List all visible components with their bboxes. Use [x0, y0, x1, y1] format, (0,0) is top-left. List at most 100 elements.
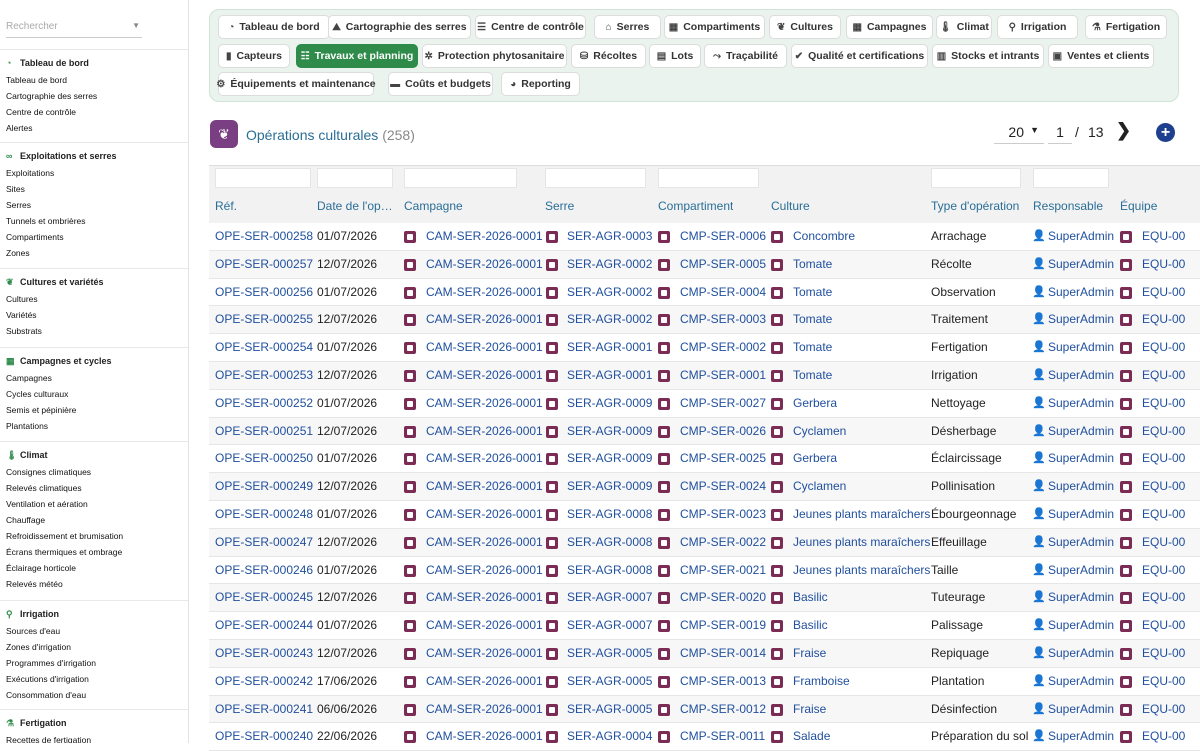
table-row[interactable]: OPE-SER-000255 12/07/2026 CAM-SER-2026-000…: [209, 306, 1200, 335]
cell-culture[interactable]: Jeunes plants maraîchers: [793, 535, 930, 549]
current-page-input[interactable]: 1: [1048, 122, 1072, 144]
cell-equipe[interactable]: EQU-00: [1142, 729, 1185, 743]
cell-serre[interactable]: SER-AGR-0002: [567, 285, 652, 299]
relation-link-icon[interactable]: [1120, 397, 1132, 410]
relation-link-icon[interactable]: [771, 370, 783, 382]
cell-culture[interactable]: Fraise: [793, 702, 826, 716]
column-header[interactable]: Équipe: [1120, 199, 1157, 213]
relation-link-icon[interactable]: [546, 731, 558, 744]
relation-link-icon[interactable]: [546, 258, 558, 271]
table-row[interactable]: OPE-SER-000252 01/07/2026 CAM-SER-2026-000…: [209, 390, 1200, 418]
relation-link-icon[interactable]: [404, 509, 416, 521]
cell-responsable[interactable]: SuperAdmin: [1048, 479, 1114, 493]
nav-button-récoltes[interactable]: ⛁ Récoltes: [571, 44, 646, 68]
table-row[interactable]: OPE-SER-000258 01/07/2026 CAM-SER-2026-000…: [209, 223, 1200, 251]
page-size-select[interactable]: 20 ▼: [994, 122, 1044, 144]
nav-button-cartographie-des-serres[interactable]: ⛰ Cartographie des serres: [328, 15, 471, 39]
cell-compartiment[interactable]: CMP-SER-0006: [680, 229, 766, 243]
column-filter-input[interactable]: [215, 168, 311, 188]
relation-link-icon[interactable]: [658, 286, 670, 299]
cell-campagne[interactable]: CAM-SER-2026-0001: [426, 312, 543, 326]
column-filter-input[interactable]: [658, 168, 759, 188]
relation-link-icon[interactable]: [771, 536, 783, 549]
relation-link-icon[interactable]: [771, 425, 783, 438]
sidebar-item[interactable]: Zones d'irrigation: [6, 642, 71, 652]
relation-link-icon[interactable]: [658, 258, 670, 271]
sidebar-item[interactable]: Plantations: [6, 421, 48, 431]
sidebar-item[interactable]: Relevés météo: [6, 579, 63, 589]
cell-serre[interactable]: SER-AGR-0009: [567, 396, 652, 410]
cell-equipe[interactable]: EQU-00: [1142, 368, 1185, 382]
table-row[interactable]: OPE-SER-000254 01/07/2026 CAM-SER-2026-000…: [209, 334, 1200, 362]
cell-culture[interactable]: Basilic: [793, 618, 828, 632]
cell-equipe[interactable]: EQU-00: [1142, 257, 1185, 271]
nav-button-ventes-et-clients[interactable]: ▣ Ventes et clients: [1048, 44, 1154, 68]
cell-campagne[interactable]: CAM-SER-2026-0001: [426, 535, 543, 549]
cell-serre[interactable]: SER-AGR-0007: [567, 590, 652, 604]
cell-ref[interactable]: OPE-SER-000256: [215, 285, 313, 299]
cell-responsable[interactable]: SuperAdmin: [1048, 424, 1114, 438]
table-row[interactable]: OPE-SER-000243 12/07/2026 CAM-SER-2026-000…: [209, 640, 1200, 668]
cell-campagne[interactable]: CAM-SER-2026-0001: [426, 396, 543, 410]
table-row[interactable]: OPE-SER-000246 01/07/2026 CAM-SER-2026-000…: [209, 557, 1200, 585]
cell-compartiment[interactable]: CMP-SER-0011: [680, 729, 765, 743]
relation-link-icon[interactable]: [771, 703, 783, 716]
relation-link-icon[interactable]: [658, 564, 670, 577]
relation-link-icon[interactable]: [404, 453, 416, 466]
relation-link-icon[interactable]: [771, 592, 783, 605]
relation-link-icon[interactable]: [658, 370, 670, 382]
relation-link-icon[interactable]: [404, 258, 416, 271]
cell-compartiment[interactable]: CMP-SER-0022: [680, 535, 766, 549]
nav-button-équipements-et-maintenance[interactable]: ⚙ Équipements et maintenance: [216, 72, 376, 96]
relation-link-icon[interactable]: [546, 509, 558, 521]
sidebar-item[interactable]: Exécutions d'irrigation: [6, 674, 89, 684]
cell-campagne[interactable]: CAM-SER-2026-0001: [426, 590, 543, 604]
cell-ref[interactable]: OPE-SER-000249: [215, 479, 313, 493]
relation-link-icon[interactable]: [1120, 425, 1132, 438]
relation-link-icon[interactable]: [1120, 314, 1132, 327]
cell-equipe[interactable]: EQU-00: [1142, 618, 1185, 632]
nav-button-serres[interactable]: ⌂ Serres: [594, 15, 661, 39]
cell-responsable[interactable]: SuperAdmin: [1048, 257, 1114, 271]
cell-ref[interactable]: OPE-SER-000252: [215, 396, 313, 410]
nav-button-travaux-et-planning[interactable]: ☷ Travaux et planning: [296, 44, 418, 68]
sidebar-item[interactable]: Semis et pépinière: [6, 405, 76, 415]
cell-compartiment[interactable]: CMP-SER-0027: [680, 396, 766, 410]
cell-equipe[interactable]: EQU-00: [1142, 396, 1185, 410]
cell-responsable[interactable]: SuperAdmin: [1048, 646, 1114, 660]
relation-link-icon[interactable]: [658, 731, 670, 744]
cell-culture[interactable]: Salade: [793, 729, 830, 743]
chevron-down-icon[interactable]: ▼: [132, 21, 140, 30]
cell-campagne[interactable]: CAM-SER-2026-0001: [426, 368, 543, 382]
cell-campagne[interactable]: CAM-SER-2026-0001: [426, 424, 543, 438]
cell-ref[interactable]: OPE-SER-000255: [215, 312, 313, 326]
cell-compartiment[interactable]: CMP-SER-0025: [680, 451, 766, 465]
cell-campagne[interactable]: CAM-SER-2026-0001: [426, 563, 543, 577]
cell-serre[interactable]: SER-AGR-0004: [567, 729, 652, 743]
cell-compartiment[interactable]: CMP-SER-0005: [680, 257, 766, 271]
cell-compartiment[interactable]: CMP-SER-0003: [680, 312, 766, 326]
cell-responsable[interactable]: SuperAdmin: [1048, 340, 1114, 354]
sidebar-section-title[interactable]: ⚗ Fertigation: [6, 718, 67, 729]
cell-compartiment[interactable]: CMP-SER-0023: [680, 507, 766, 521]
sidebar-item[interactable]: Programmes d'irrigation: [6, 658, 96, 668]
column-header[interactable]: Compartiment: [658, 199, 733, 213]
sidebar-item[interactable]: Exploitations: [6, 168, 54, 178]
next-page-button[interactable]: ❯: [1116, 120, 1131, 141]
relation-link-icon[interactable]: [1120, 564, 1132, 577]
cell-campagne[interactable]: CAM-SER-2026-0001: [426, 479, 543, 493]
table-row[interactable]: OPE-SER-000251 12/07/2026 CAM-SER-2026-000…: [209, 417, 1200, 446]
table-row[interactable]: OPE-SER-000242 17/06/2026 CAM-SER-2026-000…: [209, 668, 1200, 696]
cell-compartiment[interactable]: CMP-SER-0001: [680, 368, 766, 382]
nav-button-tableau-de-bord[interactable]: ◔ Tableau de bord: [218, 15, 330, 39]
table-row[interactable]: OPE-SER-000256 01/07/2026 CAM-SER-2026-000…: [209, 279, 1200, 307]
relation-link-icon[interactable]: [546, 564, 558, 577]
relation-link-icon[interactable]: [546, 703, 558, 716]
cell-equipe[interactable]: EQU-00: [1142, 285, 1185, 299]
relation-link-icon[interactable]: [546, 453, 558, 466]
cell-compartiment[interactable]: CMP-SER-0026: [680, 424, 766, 438]
relation-link-icon[interactable]: [1120, 675, 1132, 688]
cell-serre[interactable]: SER-AGR-0008: [567, 563, 652, 577]
cell-culture[interactable]: Tomate: [793, 257, 832, 271]
relation-link-icon[interactable]: [658, 592, 670, 605]
